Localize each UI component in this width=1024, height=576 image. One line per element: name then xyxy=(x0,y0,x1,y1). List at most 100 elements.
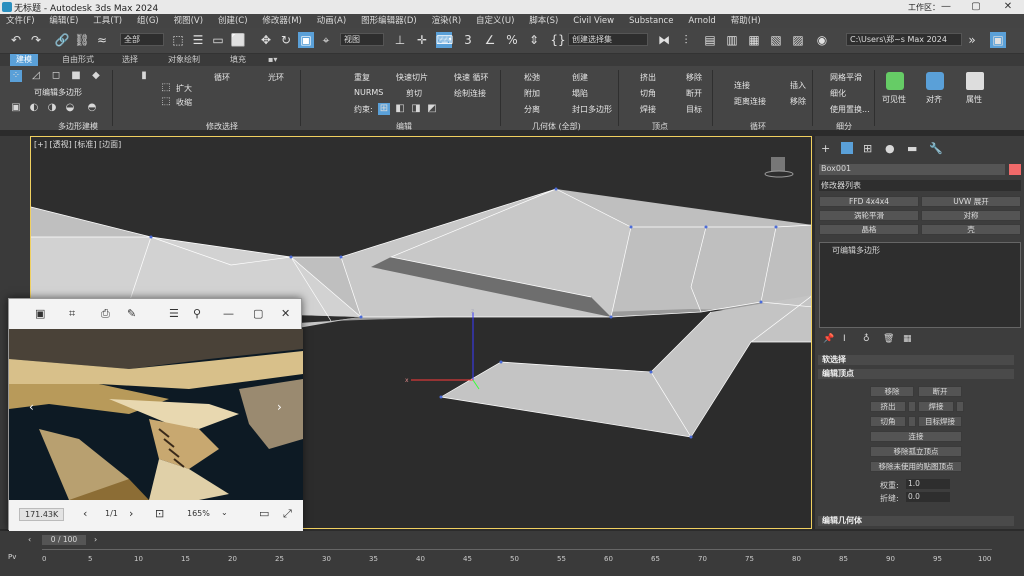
modifier-icon-5[interactable]: ◓ xyxy=(86,102,98,114)
menu-modifiers[interactable]: 修改器(M) xyxy=(256,14,307,28)
quickloop-label[interactable]: 快速 循环 xyxy=(454,72,489,83)
image-edit-icon[interactable]: ▣ xyxy=(35,307,45,321)
modifier-icon-4[interactable]: ◒ xyxy=(64,102,76,114)
named-selection-dropdown[interactable]: 创建选择集 xyxy=(568,33,648,46)
ref-coord-dropdown[interactable]: 视图 xyxy=(340,33,384,46)
rollout-edit-vertices[interactable]: 编辑顶点 xyxy=(818,369,1014,379)
maximize-button[interactable]: ▢ xyxy=(962,0,990,14)
schematic-icon[interactable]: ▨ xyxy=(790,32,806,48)
loop-remove-label[interactable]: 移除 xyxy=(790,96,806,107)
grow-icon[interactable]: ⬚ xyxy=(160,82,172,94)
lattice-button[interactable]: 晶格 xyxy=(819,224,919,235)
constraint-edge-icon[interactable]: ◧ xyxy=(394,103,406,115)
edit-image-icon[interactable]: ✎ xyxy=(127,307,136,321)
constraint-face-icon[interactable]: ◨ xyxy=(410,103,422,115)
edit-named-sel-icon[interactable]: {} xyxy=(550,32,566,48)
properties-icon[interactable] xyxy=(966,72,984,90)
photo-viewer-window[interactable]: ▣ ⌗ ⎙ ✎ ☰ ⚲ — ▢ ✕ ‹ › 171.43K ‹ 1/1 › ⊡ … xyxy=(8,298,303,531)
ev-remove-isolated-button[interactable]: 移除孤立顶点 xyxy=(870,446,962,457)
viewer-maximize-button[interactable]: ▢ xyxy=(253,307,263,321)
rotate-icon[interactable]: ↻ xyxy=(278,32,294,48)
project-path-dropdown[interactable]: C:\Users\郑~s Max 2024 xyxy=(846,33,962,46)
menu-civil-view[interactable]: Civil View xyxy=(567,14,620,28)
show-end-icon[interactable]: Ⅰ xyxy=(843,334,846,344)
link-icon[interactable]: 🔗 xyxy=(54,32,70,48)
weight-spinner[interactable]: 1.0 xyxy=(906,479,950,489)
attach-label[interactable]: 附加 xyxy=(524,88,540,99)
ev-break-button[interactable]: 断开 xyxy=(918,386,962,397)
pin-stack-icon[interactable]: 📌 xyxy=(823,334,834,344)
remove-label[interactable]: 移除 xyxy=(686,72,702,83)
menu-scripting[interactable]: 脚本(S) xyxy=(523,14,564,28)
polygon-mode-icon[interactable]: ■ xyxy=(70,70,82,82)
loop-label[interactable]: 循环 xyxy=(214,72,230,83)
ffd-button[interactable]: FFD 4x4x4 xyxy=(819,196,919,207)
element-mode-icon[interactable]: ◆ xyxy=(90,70,102,82)
split-label[interactable]: 分离 xyxy=(524,104,540,115)
mirror-icon[interactable]: ⧓ xyxy=(656,32,672,48)
usedisp-label[interactable]: 使用置换... xyxy=(830,104,870,115)
manipulate-icon[interactable]: ✛ xyxy=(414,32,430,48)
cut-label[interactable]: 剪切 xyxy=(406,88,422,99)
ev-weld-settings[interactable] xyxy=(956,401,964,412)
border-mode-icon[interactable]: ◻ xyxy=(50,70,62,82)
ev-chamfer-button[interactable]: 切角 xyxy=(870,416,906,427)
ev-remove-unused-button[interactable]: 移除未使用的贴图顶点 xyxy=(870,461,962,472)
menu-file[interactable]: 文件(F) xyxy=(0,14,41,28)
ribbon-toggle-icon[interactable]: ▦ xyxy=(746,32,762,48)
menu-create[interactable]: 创建(C) xyxy=(212,14,254,28)
zoom-chevron-icon[interactable]: ⌄ xyxy=(221,508,228,517)
minimize-button[interactable]: — xyxy=(932,0,960,14)
extrude-label[interactable]: 挤出 xyxy=(640,72,656,83)
display-tab-icon[interactable]: ▬ xyxy=(907,142,917,155)
edge-mode-icon[interactable]: ◿ xyxy=(30,70,42,82)
next-frame-icon[interactable]: › xyxy=(94,535,97,544)
utilities-tab-icon[interactable]: 🔧 xyxy=(929,142,943,155)
shell-button[interactable]: 壳 xyxy=(921,224,1021,235)
prev-page-icon[interactable]: ‹ xyxy=(83,507,87,521)
motion-tab-icon[interactable]: ● xyxy=(885,142,895,155)
ev-chamfer-settings[interactable] xyxy=(908,416,916,427)
target-label[interactable]: 目标 xyxy=(686,104,702,115)
menu-animation[interactable]: 动画(A) xyxy=(311,14,352,28)
configure-sets-icon[interactable]: ▦ xyxy=(903,334,912,344)
selection-filter-dropdown[interactable]: 全部 xyxy=(120,33,164,46)
workspace-icon[interactable]: ▣ xyxy=(990,32,1006,48)
constraint-normal-icon[interactable]: ◩ xyxy=(426,103,438,115)
create-tab-icon[interactable]: + xyxy=(821,142,830,155)
chamfer-label[interactable]: 切角 xyxy=(640,88,656,99)
ev-weld-button[interactable]: 焊接 xyxy=(918,401,954,412)
print-icon[interactable]: ⎙ xyxy=(101,307,110,321)
object-color-swatch[interactable] xyxy=(1009,164,1021,175)
grow-label[interactable]: 扩大 xyxy=(176,83,192,94)
ev-extrude-button[interactable]: 挤出 xyxy=(870,401,906,412)
menu-icon[interactable]: ☰ xyxy=(169,307,179,321)
uvw-unwrap-button[interactable]: UVW 展开 xyxy=(921,196,1021,207)
shrink-label[interactable]: 收缩 xyxy=(176,97,192,108)
modifier-icon-3[interactable]: ◑ xyxy=(46,102,58,114)
crop-icon[interactable]: ⌗ xyxy=(69,307,75,321)
unlink-icon[interactable]: ⛓ xyxy=(74,32,90,48)
snap-toggle-icon[interactable]: 3 xyxy=(460,32,476,48)
viewer-minimize-button[interactable]: — xyxy=(223,307,234,321)
percent-snap-icon[interactable]: % xyxy=(504,32,520,48)
material-editor-icon[interactable]: ◉ xyxy=(814,32,830,48)
close-button[interactable]: ✕ xyxy=(994,0,1022,14)
object-name-field[interactable]: Box001 xyxy=(819,164,1005,175)
scene-explorer-icon[interactable]: ▤ xyxy=(702,32,718,48)
tab-freeform[interactable]: 自由形式 xyxy=(62,54,94,66)
modifier-icon-1[interactable]: ▣ xyxy=(10,102,22,114)
align-icon[interactable]: ⫶ xyxy=(678,32,694,48)
pin-icon[interactable]: ⚲ xyxy=(193,307,201,321)
next-page-icon[interactable]: › xyxy=(129,507,133,521)
constraint-none-icon[interactable]: ⊞ xyxy=(378,103,390,115)
angle-snap-icon[interactable]: ∠ xyxy=(482,32,498,48)
move-icon[interactable]: ✥ xyxy=(258,32,274,48)
menu-edit[interactable]: 编辑(E) xyxy=(43,14,84,28)
tab-object-paint[interactable]: 对象绘制 xyxy=(168,54,200,66)
ribbon-options-icon[interactable]: ▪▾ xyxy=(268,54,277,66)
bind-spacewarp-icon[interactable]: ≈ xyxy=(94,32,110,48)
distconn-label[interactable]: 距离连接 xyxy=(734,96,766,107)
align-label[interactable]: 对齐 xyxy=(926,94,942,105)
time-slider[interactable]: 0 / 100 xyxy=(42,535,86,545)
